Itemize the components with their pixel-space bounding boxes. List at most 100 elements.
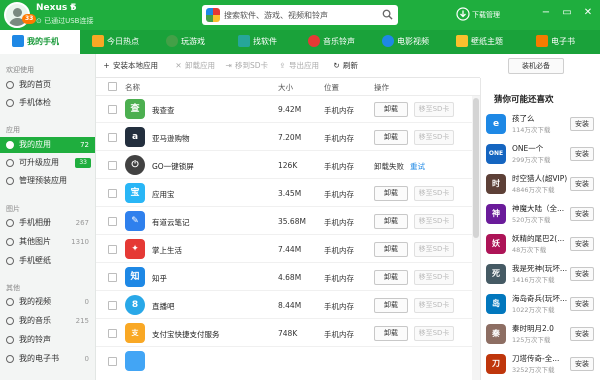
recommend-item[interactable]: 妖 妖精的尾巴2(... 48万次下载 安装 xyxy=(480,232,600,256)
recommend-item[interactable]: 刀 刀塔传奇-全... 3252万次下载 安装 xyxy=(480,352,600,376)
recommend-item[interactable]: 岛 海岛奇兵(玩坏... 1022万次下载 安装 xyxy=(480,292,600,316)
install-button[interactable]: 安装 xyxy=(570,267,594,281)
recommend-item[interactable]: e 孩了么 114万次下载 安装 xyxy=(480,112,600,136)
tab-wallpaper[interactable]: 壁纸主题 xyxy=(456,30,503,54)
table-row[interactable]: 查 我查查 9.42M 手机内存 卸载 移至SD卡 xyxy=(96,96,480,123)
recommend-item[interactable]: 秦 秦时明月2.0 125万次下载 安装 xyxy=(480,322,600,346)
sidebar-item-wallpaper[interactable]: 手机壁纸 xyxy=(0,253,95,269)
tab-hot-today[interactable]: 今日热点 xyxy=(92,30,139,54)
install-button[interactable]: 安装 xyxy=(570,237,594,251)
select-all-checkbox[interactable] xyxy=(108,82,117,91)
tab-games[interactable]: 玩游戏 xyxy=(166,30,205,54)
table-row[interactable]: ✦ 掌上生活 7.44M 手机内存 卸载 移至SD卡 xyxy=(96,236,480,263)
table-row[interactable] xyxy=(96,348,480,380)
essentials-button[interactable]: 装机必备 xyxy=(508,58,564,74)
move-to-sd-button[interactable]: 移至SD卡 xyxy=(414,326,454,341)
move-to-sd-button[interactable]: 移至SD卡 xyxy=(414,242,454,257)
recommend-item[interactable]: ONE ONE一个 299万次下载 安装 xyxy=(480,142,600,166)
install-button[interactable]: 安装 xyxy=(570,147,594,161)
sidebar-item-music[interactable]: 我的音乐 215 xyxy=(0,313,95,329)
uninstall-button[interactable]: 卸载 xyxy=(374,186,408,201)
install-button[interactable]: 安装 xyxy=(570,327,594,341)
refresh-button[interactable]: ↻ 刷新 xyxy=(332,60,358,71)
uninstall-button[interactable]: 卸载 xyxy=(374,298,408,313)
sidebar-item-album[interactable]: 手机相册 267 xyxy=(0,215,95,231)
move-to-sd-button[interactable]: 移至SD卡 xyxy=(414,298,454,313)
sidebar-item-other-images[interactable]: 其他图片 1310 xyxy=(0,234,95,250)
column-header-size[interactable]: 大小 xyxy=(278,82,293,93)
tab-ebook[interactable]: 电子书 xyxy=(536,30,575,54)
apps-icon xyxy=(6,141,14,149)
table-row[interactable]: a 亚马逊购物 7.20M 手机内存 卸载 移至SD卡 xyxy=(96,124,480,151)
install-button[interactable]: 安装 xyxy=(570,357,594,371)
tab-my-phone[interactable]: 我的手机 xyxy=(0,30,80,54)
download-manager-label[interactable]: 下载管理 xyxy=(472,10,500,20)
move-to-sd-button[interactable]: 移至SD卡 xyxy=(414,102,454,117)
uninstall-button[interactable]: 卸载 xyxy=(374,242,408,257)
recommend-name: 神魔大陆（全... xyxy=(512,204,565,213)
uninstall-button[interactable]: 卸载 xyxy=(374,102,408,117)
row-checkbox[interactable] xyxy=(108,301,117,310)
install-button[interactable]: 安装 xyxy=(570,207,594,221)
close-button[interactable]: ✕ xyxy=(582,7,594,19)
install-button[interactable]: 安装 xyxy=(570,297,594,311)
recommend-item[interactable]: 时 时空猎人(超VIP) 4846万次下载 安装 xyxy=(480,172,600,196)
table-row[interactable]: ⏻ GO一键锁屏 126K 手机内存 卸载失败 重试 xyxy=(96,152,480,179)
row-checkbox[interactable] xyxy=(108,189,117,198)
sidebar-item-checkup[interactable]: 手机体检 xyxy=(0,95,95,111)
uninstall-button[interactable]: 卸载 xyxy=(374,326,408,341)
table-row[interactable]: 支 支付宝快捷支付服务 748K 手机内存 卸载 移至SD卡 xyxy=(96,320,480,347)
tab-video[interactable]: 电影视频 xyxy=(382,30,429,54)
row-checkbox[interactable] xyxy=(108,329,117,338)
table-row[interactable]: 宝 应用宝 3.45M 手机内存 卸载 移至SD卡 xyxy=(96,180,480,207)
row-checkbox[interactable] xyxy=(108,161,117,170)
sidebar-item-my-apps[interactable]: 我的应用 72 xyxy=(0,137,95,153)
row-checkbox[interactable] xyxy=(108,217,117,226)
app-icon: a xyxy=(125,127,145,147)
update-count-badge[interactable]: 33 xyxy=(22,14,37,24)
sidebar-item-videos[interactable]: 我的视频 0 xyxy=(0,294,95,310)
uninstall-app-button[interactable]: ✕ 卸载应用 xyxy=(174,60,215,71)
uninstall-button[interactable]: 卸载 xyxy=(374,130,408,145)
uninstall-button[interactable]: 卸载 xyxy=(374,270,408,285)
row-checkbox[interactable] xyxy=(108,105,117,114)
search-icon[interactable] xyxy=(382,9,393,20)
sidebar-item-home[interactable]: 我的首页 xyxy=(0,77,95,93)
retry-link[interactable]: 重试 xyxy=(410,161,425,172)
sidebar-item-preinstalled[interactable]: 管理预装应用 xyxy=(0,173,95,189)
download-icon[interactable] xyxy=(456,7,470,21)
search-input[interactable]: 搜索软件、游戏、视频和铃声 xyxy=(202,5,398,25)
sidebar-item-ebooks[interactable]: 我的电子书 0 xyxy=(0,351,95,367)
row-checkbox[interactable] xyxy=(108,273,117,282)
install-button[interactable]: 安装 xyxy=(570,117,594,131)
row-checkbox[interactable] xyxy=(108,357,117,366)
move-to-sd-button[interactable]: 移至SD卡 xyxy=(414,214,454,229)
column-header-name[interactable]: 名称 xyxy=(125,82,140,93)
app-size: 35.68M xyxy=(278,217,306,226)
table-scrollbar-thumb[interactable] xyxy=(473,98,479,238)
app-icon: 妖 xyxy=(486,234,506,254)
recommend-item[interactable]: 死 我是死神(玩坏... 1416万次下载 安装 xyxy=(480,262,600,286)
move-to-sd-button[interactable]: 移至SD卡 xyxy=(414,270,454,285)
minimize-button[interactable]: − xyxy=(540,7,552,19)
table-row[interactable]: 8 直播吧 8.44M 手机内存 卸载 移至SD卡 xyxy=(96,292,480,319)
restore-button[interactable]: ▭ xyxy=(561,7,573,19)
uninstall-button[interactable]: 卸载 xyxy=(374,214,408,229)
install-local-app-button[interactable]: + 安装本地应用 xyxy=(102,60,158,71)
sidebar-item-ringtones[interactable]: 我的铃声 xyxy=(0,332,95,348)
move-to-sd-button[interactable]: 移至SD卡 xyxy=(414,186,454,201)
recommend-item[interactable]: 神 神魔大陆（全... 520万次下载 安装 xyxy=(480,202,600,226)
column-header-location[interactable]: 位置 xyxy=(324,82,339,93)
move-to-sd-button[interactable]: 移至SD卡 xyxy=(414,130,454,145)
row-checkbox[interactable] xyxy=(108,133,117,142)
tab-music[interactable]: 音乐铃声 xyxy=(308,30,355,54)
export-app-button[interactable]: ⇪ 导出应用 xyxy=(278,60,319,71)
install-button[interactable]: 安装 xyxy=(570,177,594,191)
move-to-sd-button[interactable]: ⇥ 移到SD卡 xyxy=(224,60,268,71)
table-row[interactable]: ✎ 有道云笔记 35.68M 手机内存 卸载 移至SD卡 xyxy=(96,208,480,235)
sidebar-item-upgradable[interactable]: 可升级应用 33 xyxy=(0,155,95,171)
table-row[interactable]: 知 知乎 4.68M 手机内存 卸载 移至SD卡 xyxy=(96,264,480,291)
tab-software[interactable]: 找软件 xyxy=(238,30,277,54)
chevron-down-icon[interactable]: ▼ xyxy=(70,4,75,11)
row-checkbox[interactable] xyxy=(108,245,117,254)
